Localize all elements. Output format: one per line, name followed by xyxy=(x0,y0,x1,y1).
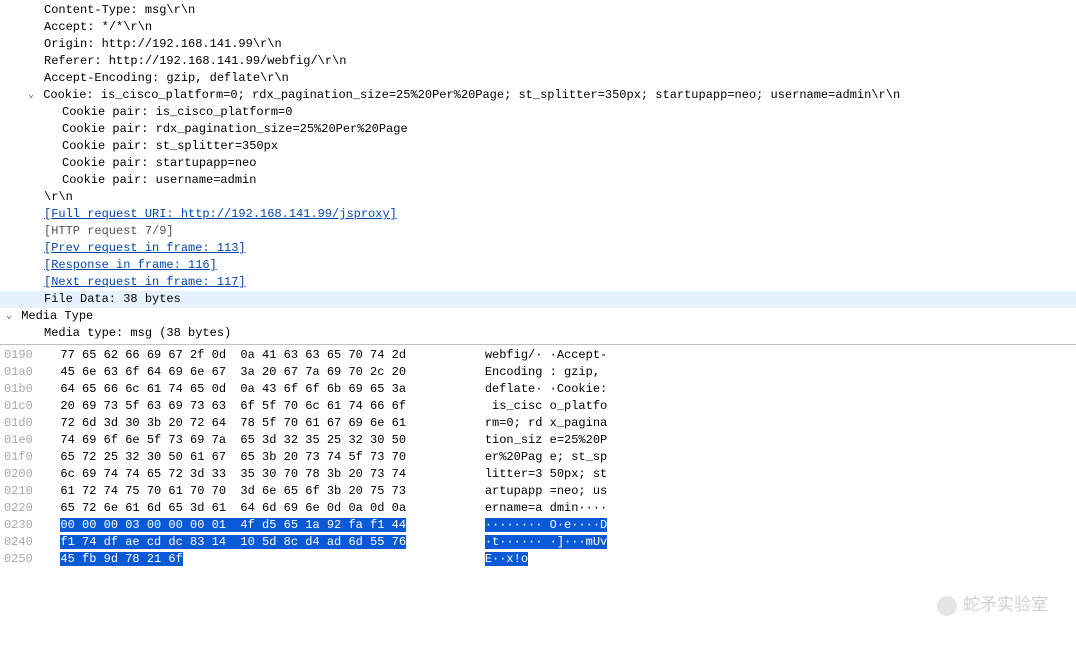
full-request-uri[interactable]: [Full request URI: http://192.168.141.99… xyxy=(0,206,1076,223)
crlf-terminator[interactable]: \r\n xyxy=(0,189,1076,206)
header-content-type[interactable]: Content-Type: msg\r\n xyxy=(0,2,1076,19)
hex-row[interactable]: 0250 45 fb 9d 78 21 6f E··x!o xyxy=(4,551,1072,568)
hex-ascii[interactable]: is_cisc o_platfo xyxy=(485,398,607,415)
hex-bytes[interactable]: 65 72 6e 61 6d 65 3d 61 64 6d 69 6e 0d 0… xyxy=(60,500,470,517)
hex-ascii[interactable]: artupapp =neo; us xyxy=(485,483,607,500)
hex-row[interactable]: 01c0 20 69 73 5f 63 69 73 63 6f 5f 70 6c… xyxy=(4,398,1072,415)
hex-bytes[interactable]: 45 6e 63 6f 64 69 6e 67 3a 20 67 7a 69 7… xyxy=(60,364,470,381)
hex-row[interactable]: 0240 f1 74 df ae cd dc 83 14 10 5d 8c d4… xyxy=(4,534,1072,551)
hex-row[interactable]: 01d0 72 6d 3d 30 3b 20 72 64 78 5f 70 61… xyxy=(4,415,1072,432)
hex-bytes[interactable]: 72 6d 3d 30 3b 20 72 64 78 5f 70 61 67 6… xyxy=(60,415,470,432)
hex-ascii[interactable]: deflate· ·Cookie: xyxy=(485,381,607,398)
hex-offset: 0220 xyxy=(4,500,46,517)
hex-offset: 01b0 xyxy=(4,381,46,398)
hex-bytes[interactable]: 20 69 73 5f 63 69 73 63 6f 5f 70 6c 61 7… xyxy=(60,398,470,415)
hex-row[interactable]: 01e0 74 69 6f 6e 5f 73 69 7a 65 3d 32 35… xyxy=(4,432,1072,449)
packet-details-pane[interactable]: Content-Type: msg\r\n Accept: */*\r\n Or… xyxy=(0,0,1076,344)
cookie-pair[interactable]: Cookie pair: rdx_pagination_size=25%20Pe… xyxy=(0,121,1076,138)
header-cookie[interactable]: ⌄ Cookie: is_cisco_platform=0; rdx_pagin… xyxy=(0,87,1076,104)
hex-row[interactable]: 01b0 64 65 66 6c 61 74 65 0d 0a 43 6f 6f… xyxy=(4,381,1072,398)
hex-offset: 01a0 xyxy=(4,364,46,381)
header-accept-encoding[interactable]: Accept-Encoding: gzip, deflate\r\n xyxy=(0,70,1076,87)
cookie-pair[interactable]: Cookie pair: is_cisco_platform=0 xyxy=(0,104,1076,121)
hex-bytes[interactable]: 65 72 25 32 30 50 61 67 65 3b 20 73 74 5… xyxy=(60,449,470,466)
cookie-pair[interactable]: Cookie pair: st_splitter=350px xyxy=(0,138,1076,155)
hex-offset: 0210 xyxy=(4,483,46,500)
hex-ascii[interactable]: ·t······ ·]···mUv xyxy=(485,534,607,551)
hex-offset: 01c0 xyxy=(4,398,46,415)
hex-row[interactable]: 0220 65 72 6e 61 6d 65 3d 61 64 6d 69 6e… xyxy=(4,500,1072,517)
hex-offset: 0190 xyxy=(4,347,46,364)
wechat-icon xyxy=(937,596,957,616)
hex-row[interactable]: 0230 00 00 00 03 00 00 00 01 4f d5 65 1a… xyxy=(4,517,1072,534)
hex-offset: 0250 xyxy=(4,551,46,568)
cookie-pair[interactable]: Cookie pair: username=admin xyxy=(0,172,1076,189)
next-request-link[interactable]: [Next request in frame: 117] xyxy=(0,274,1076,291)
hex-row[interactable]: 0210 61 72 74 75 70 61 70 70 3d 6e 65 6f… xyxy=(4,483,1072,500)
prev-request-link[interactable]: [Prev request in frame: 113] xyxy=(0,240,1076,257)
hex-offset: 01f0 xyxy=(4,449,46,466)
hex-ascii[interactable]: E··x!o xyxy=(485,551,528,568)
hex-ascii[interactable]: tion_siz e=25%20P xyxy=(485,432,607,449)
hex-offset: 0230 xyxy=(4,517,46,534)
hex-bytes[interactable]: 64 65 66 6c 61 74 65 0d 0a 43 6f 6f 6b 6… xyxy=(60,381,470,398)
hex-bytes[interactable]: 00 00 00 03 00 00 00 01 4f d5 65 1a 92 f… xyxy=(60,517,470,534)
hex-ascii[interactable]: litter=3 50px; st xyxy=(485,466,607,483)
hex-offset: 0200 xyxy=(4,466,46,483)
hex-ascii[interactable]: Encoding : gzip, xyxy=(485,364,607,381)
cookie-pair[interactable]: Cookie pair: startupapp=neo xyxy=(0,155,1076,172)
media-type-value[interactable]: Media type: msg (38 bytes) xyxy=(0,325,1076,342)
hex-bytes[interactable]: 61 72 74 75 70 61 70 70 3d 6e 65 6f 3b 2… xyxy=(60,483,470,500)
header-referer[interactable]: Referer: http://192.168.141.99/webfig/\r… xyxy=(0,53,1076,70)
header-origin[interactable]: Origin: http://192.168.141.99\r\n xyxy=(0,36,1076,53)
hex-bytes[interactable]: f1 74 df ae cd dc 83 14 10 5d 8c d4 ad 6… xyxy=(60,534,470,551)
hex-row[interactable]: 01f0 65 72 25 32 30 50 61 67 65 3b 20 73… xyxy=(4,449,1072,466)
http-request-index[interactable]: [HTTP request 7/9] xyxy=(0,223,1076,240)
header-accept[interactable]: Accept: */*\r\n xyxy=(0,19,1076,36)
response-in-link[interactable]: [Response in frame: 116] xyxy=(0,257,1076,274)
hex-row[interactable]: 0200 6c 69 74 74 65 72 3d 33 35 30 70 78… xyxy=(4,466,1072,483)
chevron-down-icon: ⌄ xyxy=(4,308,14,325)
hex-bytes[interactable]: 6c 69 74 74 65 72 3d 33 35 30 70 78 3b 2… xyxy=(60,466,470,483)
media-type-node[interactable]: ⌄ Media Type xyxy=(0,308,1076,325)
hex-ascii[interactable]: webfig/· ·Accept- xyxy=(485,347,607,364)
hex-row[interactable]: 0190 77 65 62 66 69 67 2f 0d 0a 41 63 63… xyxy=(4,347,1072,364)
hex-offset: 0240 xyxy=(4,534,46,551)
hex-bytes[interactable]: 77 65 62 66 69 67 2f 0d 0a 41 63 63 65 7… xyxy=(60,347,470,364)
hex-ascii[interactable]: ername=a dmin···· xyxy=(485,500,607,517)
chevron-down-icon: ⌄ xyxy=(26,87,36,104)
watermark: 蛇矛实验室 xyxy=(937,590,1048,616)
hex-bytes[interactable]: 45 fb 9d 78 21 6f xyxy=(60,551,470,568)
hex-dump-pane[interactable]: 0190 77 65 62 66 69 67 2f 0d 0a 41 63 63… xyxy=(0,345,1076,570)
hex-row[interactable]: 01a0 45 6e 63 6f 64 69 6e 67 3a 20 67 7a… xyxy=(4,364,1072,381)
hex-offset: 01e0 xyxy=(4,432,46,449)
file-data[interactable]: File Data: 38 bytes xyxy=(0,291,1076,308)
hex-ascii[interactable]: ········ O·e····D xyxy=(485,517,607,534)
hex-bytes[interactable]: 74 69 6f 6e 5f 73 69 7a 65 3d 32 35 25 3… xyxy=(60,432,470,449)
hex-ascii[interactable]: er%20Pag e; st_sp xyxy=(485,449,607,466)
hex-offset: 01d0 xyxy=(4,415,46,432)
hex-ascii[interactable]: rm=0; rd x_pagina xyxy=(485,415,607,432)
